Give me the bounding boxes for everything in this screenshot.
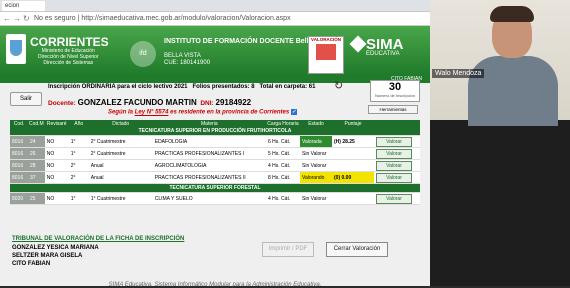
url-prefix: No es seguro | (34, 15, 80, 22)
page-content: CORRIENTES Ministerio de Educación Direc… (0, 26, 430, 288)
residence-checkbox[interactable]: ✓ (290, 109, 297, 115)
col-carga: Carga Horaria (266, 120, 300, 127)
col-dictado: Dictado (88, 120, 153, 127)
col-revisare: Revisaré (44, 120, 69, 127)
city: BELLA VISTA (164, 53, 201, 59)
docente-dni: 29184922 (215, 98, 252, 107)
col-materia: Materia (152, 120, 266, 127)
institute-name: INSTITUTO DE FORMACIÓN DOCENTE Bella Vis… (164, 38, 331, 45)
puntaje (332, 159, 374, 172)
section-row: TECNICATURA SUPERIOR EN PRODUCCIÓN FRUTI… (10, 127, 420, 136)
herramientas-button[interactable]: Herramientas (368, 105, 418, 114)
puntaje (332, 147, 374, 160)
col-anio: Año (68, 120, 89, 127)
inscription-number: 30 (388, 81, 402, 93)
province-shield-icon (6, 34, 26, 64)
address-bar[interactable]: ← → ↻ No es seguro | http://simaeducativ… (0, 12, 430, 26)
puntaje (332, 192, 374, 205)
salir-button[interactable]: Salir (10, 92, 42, 106)
inscription-number-label: Número de Inscripción (374, 93, 416, 98)
table-header-row: Cod. Cod.M Revisaré Año Dictado Materia … (10, 120, 420, 127)
province-name: CORRIENTES (30, 35, 109, 49)
tribunal-member: CITO FABIAN (12, 261, 51, 267)
docente-line: Docente: GONZALEZ FACUNDO MARTIN DNI: 29… (48, 98, 252, 107)
status-badge: Sin Valorar (300, 159, 332, 172)
url-value: http://simaeducativa.mec.gob.ar/modulo/v… (81, 15, 291, 22)
participant-name: Walo Mendoza (432, 69, 485, 78)
valorar-button[interactable]: Valorar (376, 160, 412, 171)
sima-logo-icon (349, 35, 367, 53)
participant-hair (490, 6, 534, 22)
valorar-button[interactable]: Valorar (376, 172, 412, 183)
direction-2: Dirección de Sistemas (43, 60, 94, 66)
valorar-button[interactable]: Valorar (376, 136, 412, 147)
video-participant-panel: Walo Mendoza (430, 0, 570, 286)
reload-icon[interactable]: ↻ (23, 14, 30, 23)
col-cod: Cod. (10, 120, 28, 127)
institute-details: BELLA VISTA CUE: 180141900 (164, 53, 210, 67)
col-codm: Cod.M (28, 120, 45, 127)
ley-link[interactable]: Ley N° 5574 (135, 110, 169, 116)
status-badge: Valorada (300, 135, 332, 148)
status-badge: Valorando (300, 171, 332, 184)
tribunal-member: SELTZER MARA GISELA (12, 253, 83, 259)
col-estado: Estado (300, 120, 332, 127)
puntaje: (H) 28.25 (332, 135, 374, 148)
participant-body (468, 56, 558, 126)
section-row: TECNICATURA SUPERIOR FORESTAL (10, 183, 420, 193)
ifd-logo: ifd (130, 41, 156, 67)
materias-table: Cod. Cod.M Revisaré Año Dictado Materia … (10, 120, 420, 205)
valoracion-badge-icon (316, 44, 336, 60)
tribunal-member: GONZALEZ YESICA MARIANA (12, 245, 99, 251)
tribunal-title: TRIBUNAL DE VALORACIÓN DE LA FICHA DE IN… (12, 236, 185, 242)
inscription-summary: Inscripción ORDINARIA para el ciclo lect… (48, 84, 316, 90)
browser-tab[interactable]: ecion (2, 1, 45, 11)
inscription-number-box: 30 Número de Inscripción (370, 80, 420, 102)
browser-window: ecion ← → ↻ No es seguro | http://simaed… (0, 0, 430, 288)
imprimir-button[interactable]: Imprimir / PDF (262, 242, 314, 257)
sima-logo: SIMA EDUCATIVA (366, 36, 404, 57)
url-text[interactable]: No es seguro | http://simaeducativa.mec.… (34, 13, 291, 24)
table-row: 8016 28 NO 2° Anual AGROCLIMATOLOGIA 4 Hs. C… (10, 159, 420, 172)
back-icon[interactable]: ← (3, 14, 11, 23)
table-row: 8016 24 NO 1° 2° Cuatrimestre EDAFOLOGIA 6 H… (10, 135, 420, 148)
residence-note: Según la Ley N° 5574 es residente en la … (108, 109, 297, 116)
ministry-block: Ministerio de Educación Dirección de Niv… (38, 48, 99, 66)
refresh-icon[interactable]: ↻ (334, 79, 343, 92)
puntaje: (0) 0.00 (332, 171, 374, 184)
col-action (374, 120, 420, 127)
valorar-button[interactable]: Valorar (376, 148, 412, 159)
valoracion-badge: VALORACIÓN (308, 36, 344, 74)
status-badge: Sin Valorar (300, 147, 332, 160)
cerrar-valoracion-button[interactable]: Cerrar Valoración (326, 242, 388, 257)
col-puntaje: Puntaje (332, 120, 374, 127)
tab-bar: ecion (0, 0, 430, 12)
page-footer: SIMA Educativa, Sistema Informático Modu… (108, 282, 322, 288)
table-row: 8020 25 NO 1° 1° Cuatrimestre CLIMA Y SUELO… (10, 192, 420, 205)
forward-icon[interactable]: → (13, 14, 21, 23)
table-row: 8016 37 NO 2° Anual PRACTICAS PROFESIONALIZ… (10, 171, 420, 184)
tribunal-members: GONZALEZ YESICA MARIANA SELTZER MARA GIS… (12, 244, 99, 268)
user-bar: CITO FABIAN (0, 76, 430, 83)
docente-name: GONZALEZ FACUNDO MARTIN (77, 98, 197, 107)
cue: CUE: 180141900 (164, 60, 211, 66)
table-row: 8016 26 NO 1° 2° Cuatrimestre PRACTICAS PRO… (10, 147, 420, 160)
valorar-button[interactable]: Valorar (376, 193, 412, 204)
status-badge: Sin Valorar (300, 192, 332, 205)
site-header: CORRIENTES Ministerio de Educación Direc… (0, 26, 430, 76)
